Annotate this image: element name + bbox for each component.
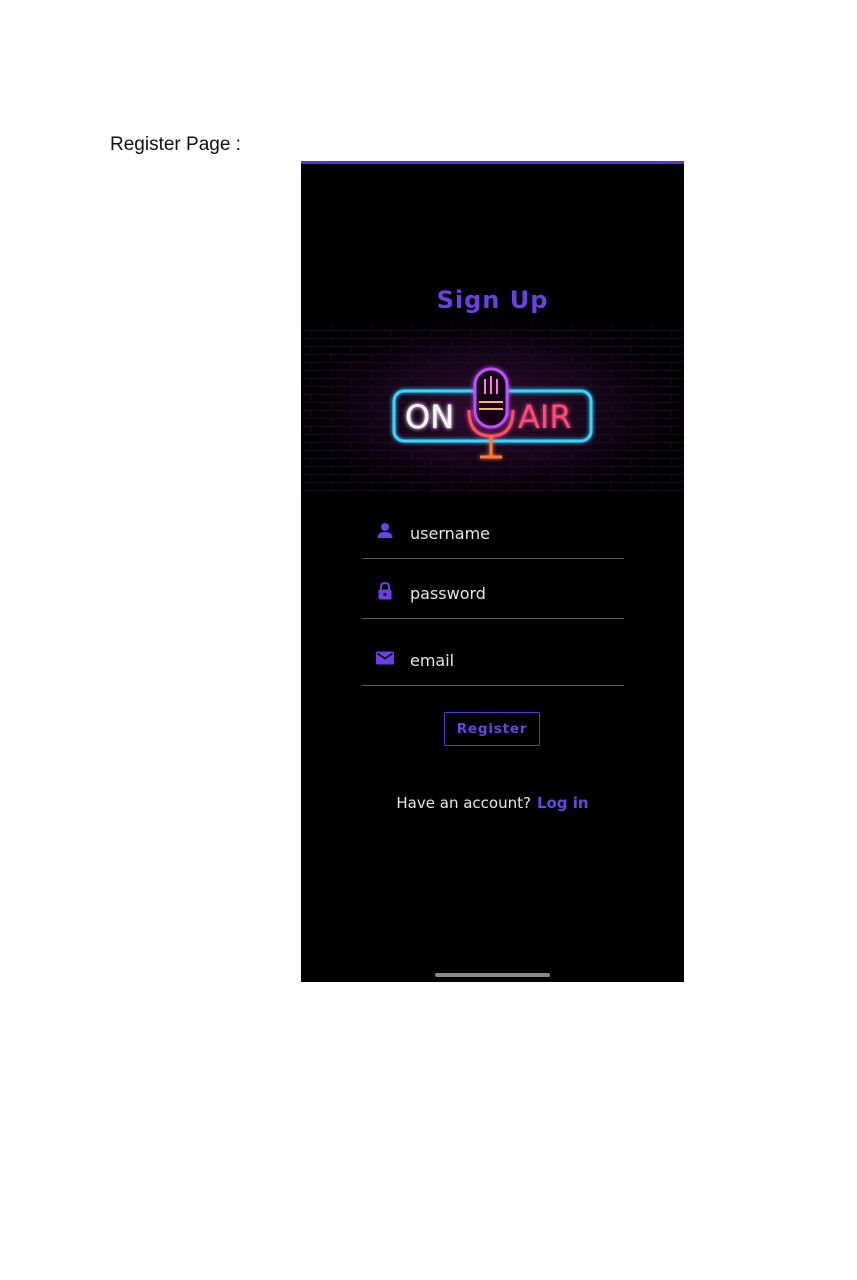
logo-text-on: ON (405, 398, 454, 436)
logo-text-air: AIR (518, 398, 572, 436)
page-title: Sign Up (436, 286, 549, 314)
login-link[interactable]: Log in (537, 794, 589, 812)
lock-icon (378, 581, 392, 600)
logo-image: ON AIR (301, 314, 684, 504)
email-field (362, 634, 624, 686)
password-field (362, 567, 624, 619)
username-field (362, 507, 624, 559)
login-prompt-text: Have an account? (396, 794, 531, 812)
password-input[interactable] (410, 567, 610, 619)
username-input[interactable] (410, 507, 610, 559)
home-indicator[interactable] (435, 973, 550, 977)
on-air-logo: ON AIR (301, 314, 684, 504)
register-button[interactable]: Register (444, 712, 540, 746)
mail-icon (376, 651, 394, 665)
person-icon (377, 523, 393, 538)
document-caption: Register Page : (110, 134, 241, 155)
email-input[interactable] (410, 634, 610, 686)
login-prompt-row: Have an account? Log in (301, 794, 684, 812)
phone-screen: Sign Up ON AIR username email Register H… (301, 161, 684, 982)
